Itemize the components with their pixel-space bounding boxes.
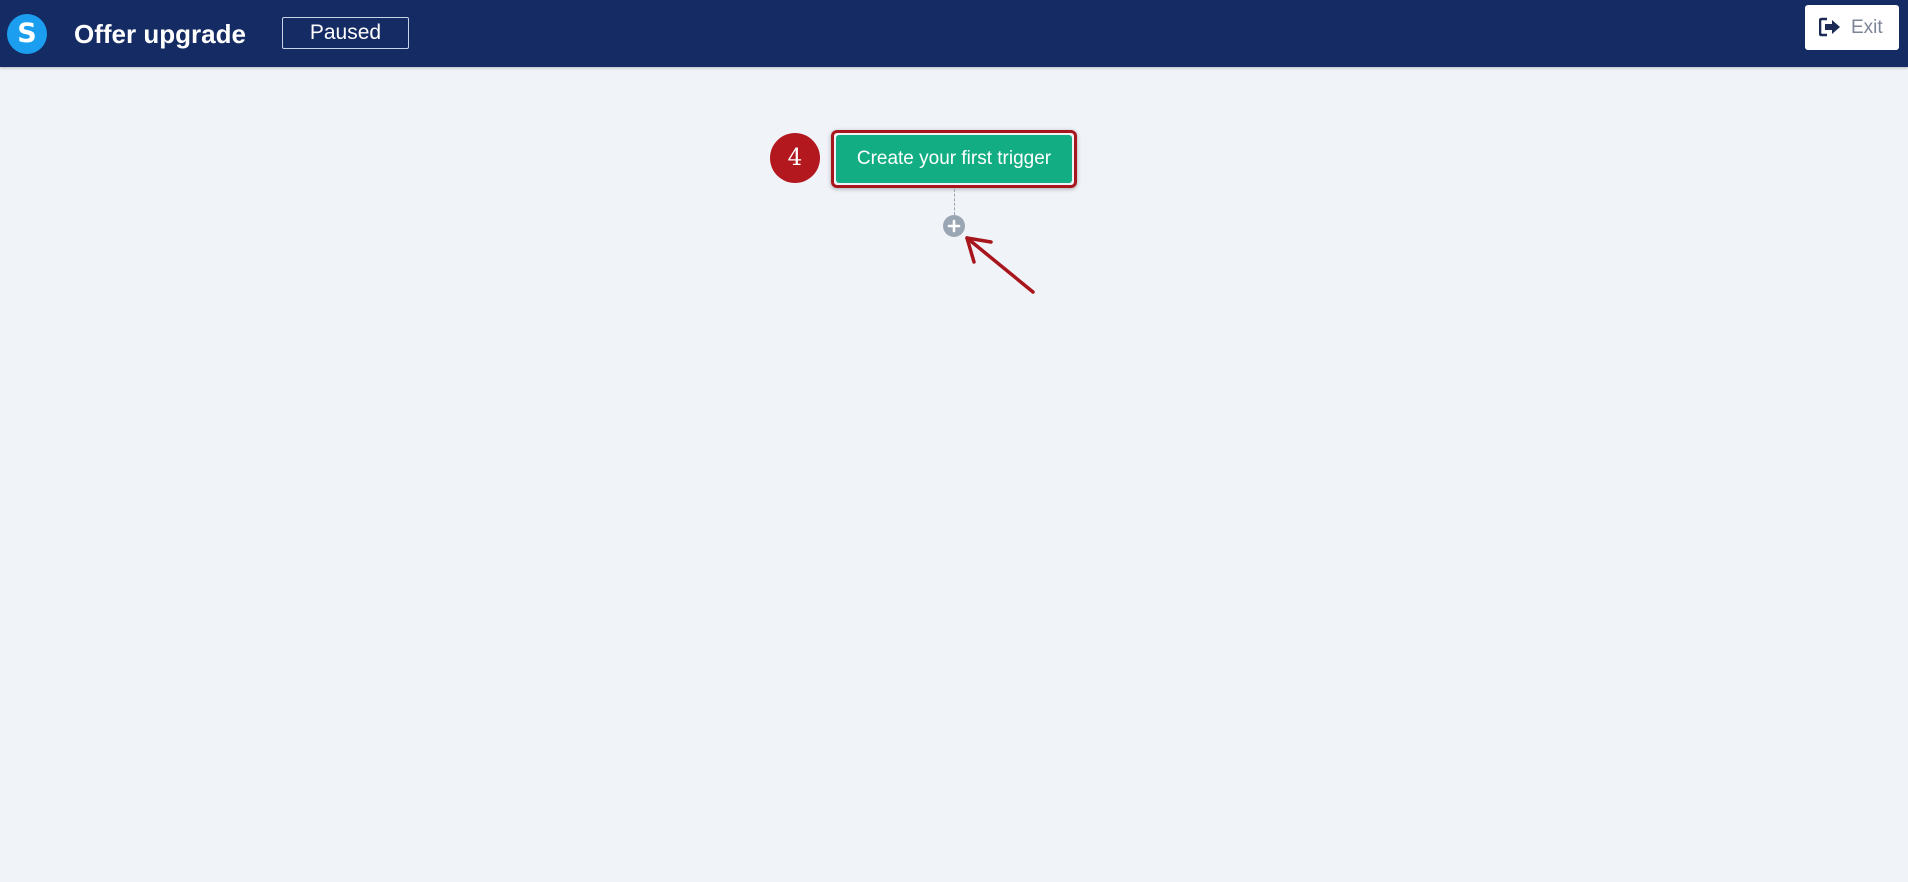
status-badge[interactable]: Paused [282,17,409,49]
annotation-arrow-icon [965,236,1035,294]
exit-label: Exit [1851,17,1883,38]
flow-connector-line [954,189,955,215]
create-first-trigger-button[interactable]: Create your first trigger [836,135,1072,183]
app-logo[interactable]: S [7,14,47,54]
exit-button[interactable]: Exit [1805,5,1899,50]
page-title: Offer upgrade [74,19,246,49]
step-number-badge: 4 [770,133,820,183]
top-bar: S Offer upgrade Paused Exit [0,0,1908,67]
sign-out-icon [1818,17,1841,37]
